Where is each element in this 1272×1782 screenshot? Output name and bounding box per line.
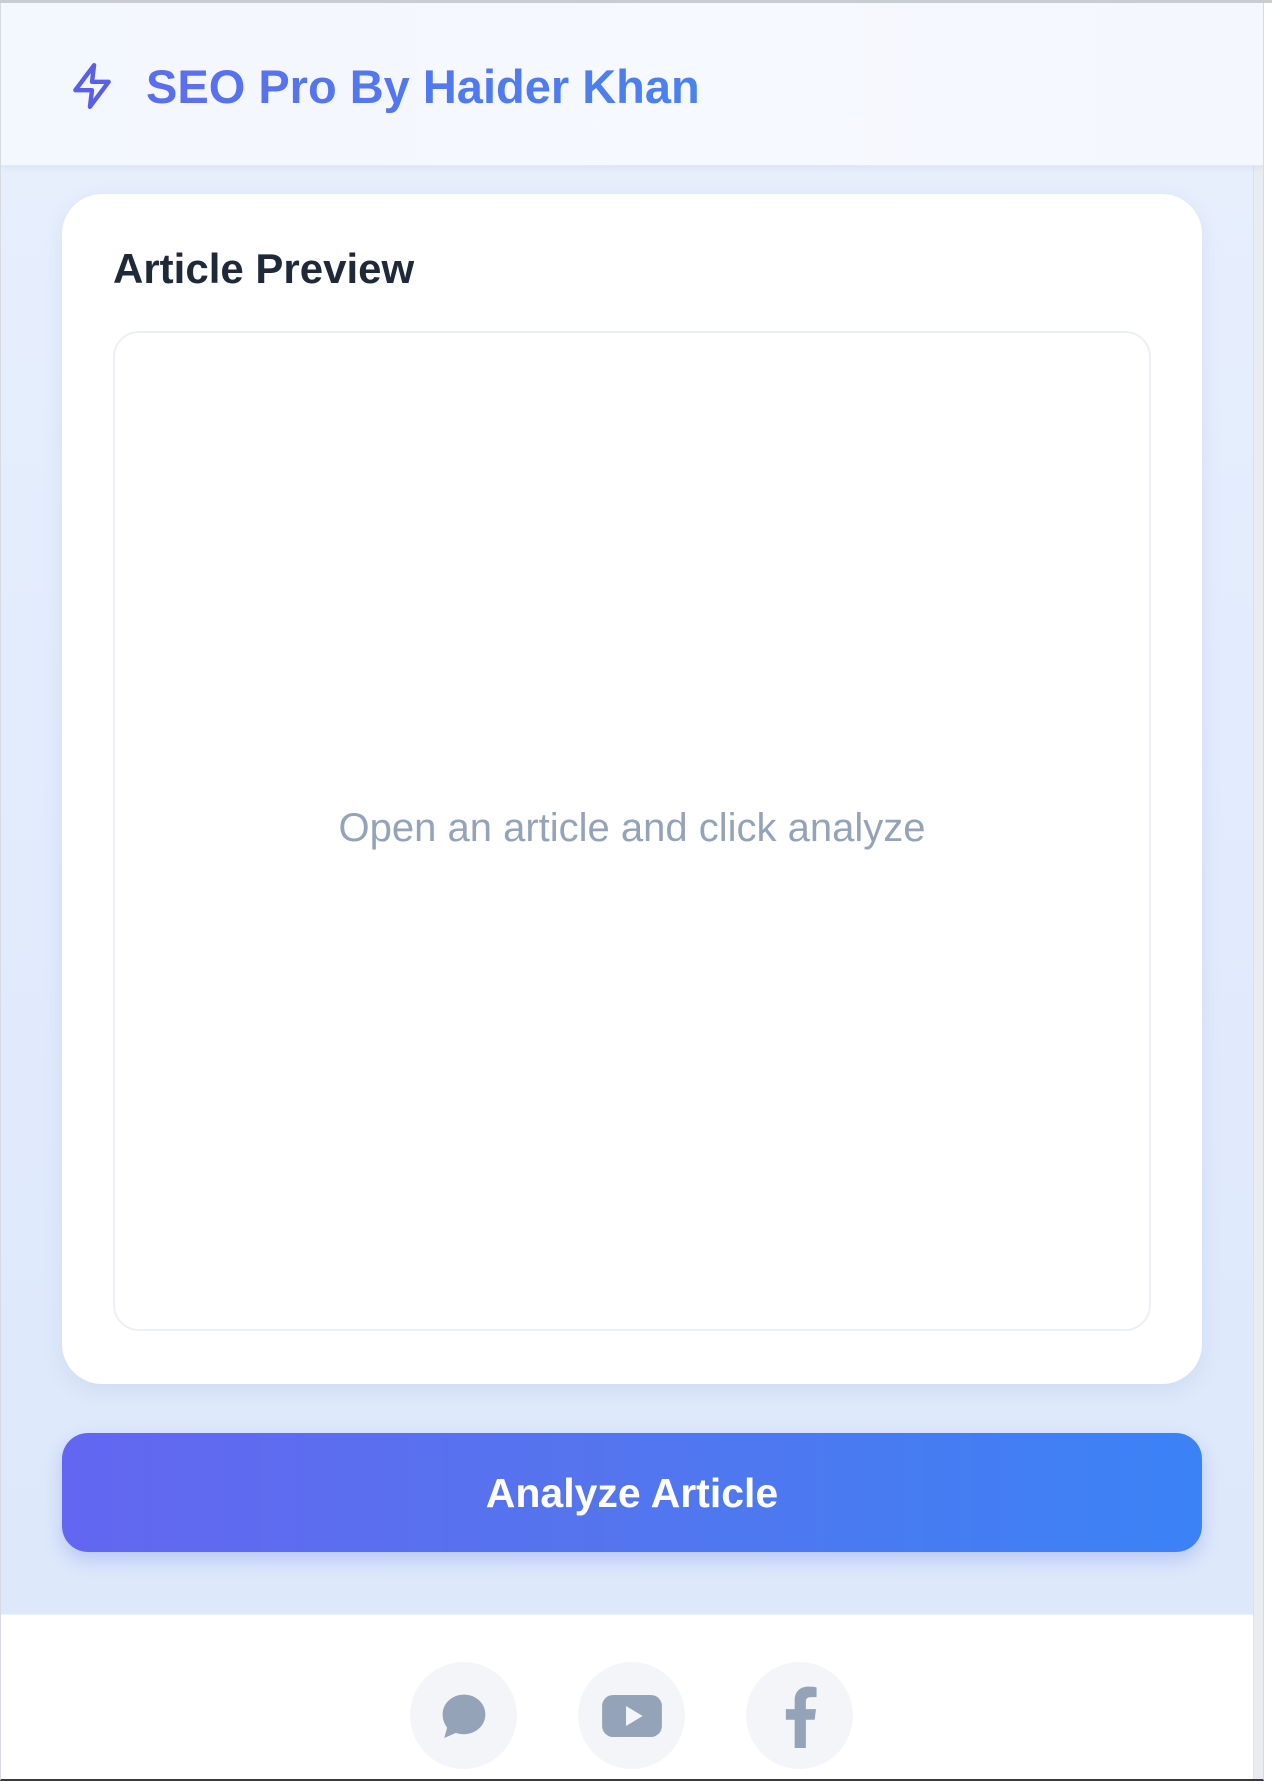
main-content: Article Preview Open an article and clic…: [1, 166, 1263, 1614]
header: SEO Pro By Haider Khan: [1, 3, 1263, 166]
app-title: SEO Pro By Haider Khan: [146, 57, 700, 117]
youtube-icon: [601, 1694, 662, 1737]
youtube-link-button[interactable]: [578, 1662, 685, 1769]
lightning-bolt-icon: [73, 62, 111, 110]
article-preview-area: Open an article and click analyze: [113, 331, 1151, 1331]
extension-window: SEO Pro By Haider Khan Article Preview O…: [0, 0, 1272, 1782]
chat-link-button[interactable]: [410, 1662, 517, 1769]
analyze-article-button[interactable]: Analyze Article: [62, 1433, 1202, 1552]
popup-panel: SEO Pro By Haider Khan Article Preview O…: [0, 3, 1264, 1781]
scrollbar[interactable]: [1253, 41, 1263, 1779]
facebook-link-button[interactable]: [746, 1662, 853, 1769]
card-title: Article Preview: [113, 245, 415, 292]
preview-placeholder: Open an article and click analyze: [338, 806, 926, 850]
footer: [1, 1614, 1263, 1779]
article-preview-card: Article Preview Open an article and clic…: [62, 194, 1202, 1384]
facebook-icon: [785, 1686, 817, 1748]
chat-bubble-icon: [442, 1694, 485, 1738]
